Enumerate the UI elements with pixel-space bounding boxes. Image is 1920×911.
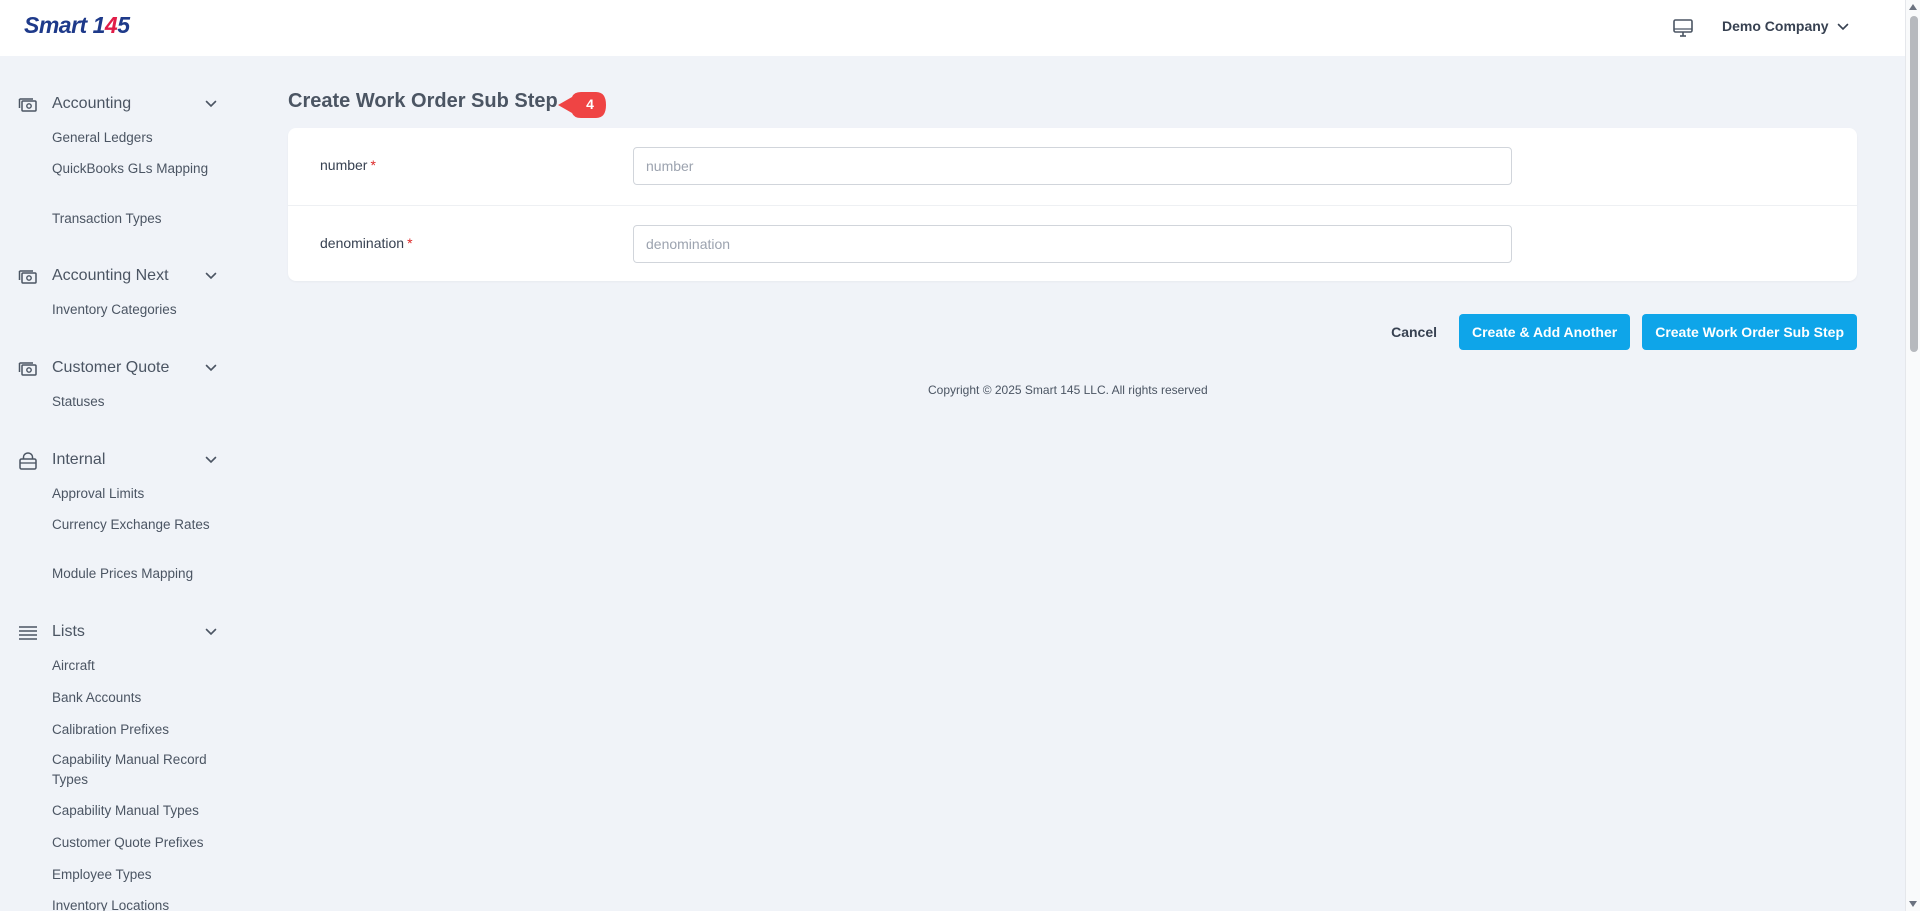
scroll-down-arrow-icon[interactable] <box>1909 901 1917 907</box>
sidebar-group-accounting[interactable]: Accounting <box>0 91 240 119</box>
money-icon <box>18 98 37 112</box>
scroll-thumb[interactable] <box>1910 16 1918 352</box>
logo-digit-5: 5 <box>117 12 130 38</box>
scroll-up-arrow-icon[interactable] <box>1909 4 1917 10</box>
chevron-down-icon <box>205 100 217 108</box>
step-badge-number: 4 <box>586 96 594 112</box>
form-row-number: number * <box>288 128 1857 204</box>
chevron-down-icon <box>205 272 217 280</box>
sidebar-item-statuses[interactable]: Statuses <box>52 392 222 412</box>
chevron-down-icon <box>205 364 217 372</box>
sidebar-group-label: Lists <box>52 623 85 640</box>
logo-digit-4: 4 <box>104 12 118 38</box>
top-bar: Smart 145 Demo Company <box>0 0 1905 56</box>
form-row-denomination: denomination * <box>288 205 1857 281</box>
sidebar-item-approval-limits[interactable]: Approval Limits <box>52 484 222 504</box>
list-icon <box>19 626 37 640</box>
number-label-text: number <box>320 157 368 173</box>
sidebar-group-internal[interactable]: Internal <box>0 447 240 475</box>
denomination-input[interactable] <box>633 225 1512 263</box>
sidebar-item-calibration-prefixes[interactable]: Calibration Prefixes <box>52 720 222 740</box>
sidebar-group-lists[interactable]: Lists <box>0 619 240 647</box>
money-icon <box>18 362 37 376</box>
denomination-label: denomination * <box>320 235 413 251</box>
sidebar-group-accounting-next[interactable]: Accounting Next <box>0 263 240 291</box>
number-label: number * <box>320 157 376 173</box>
lock-icon <box>19 452 37 470</box>
sidebar-group-customer-quote[interactable]: Customer Quote <box>0 355 240 383</box>
sidebar: Accounting General Ledgers QuickBooks GL… <box>0 56 240 911</box>
company-switcher[interactable]: Demo Company <box>1722 18 1849 34</box>
chevron-down-icon <box>205 628 217 636</box>
logo[interactable]: Smart 145 <box>24 12 130 39</box>
create-work-order-sub-step-button[interactable]: Create Work Order Sub Step <box>1642 314 1857 350</box>
chevron-down-icon <box>1837 23 1848 31</box>
sidebar-item-module-prices-mapping[interactable]: Module Prices Mapping <box>52 564 222 584</box>
create-add-another-button[interactable]: Create & Add Another <box>1459 314 1631 350</box>
page-scrollbar[interactable] <box>1905 0 1920 911</box>
sidebar-item-capability-manual-types[interactable]: Capability Manual Types <box>52 801 222 821</box>
sidebar-item-inventory-categories[interactable]: Inventory Categories <box>52 300 222 320</box>
copyright: Copyright © 2025 Smart 145 LLC. All righ… <box>928 383 1208 397</box>
sidebar-item-general-ledgers[interactable]: General Ledgers <box>52 128 222 148</box>
sidebar-group-label: Accounting Next <box>52 267 169 284</box>
sidebar-group-label: Internal <box>52 451 106 468</box>
sidebar-item-customer-quote-prefixes[interactable]: Customer Quote Prefixes <box>52 833 222 853</box>
chevron-down-icon <box>205 456 217 464</box>
money-icon <box>18 270 37 284</box>
logo-number: 145 <box>93 12 130 38</box>
sidebar-group-label: Customer Quote <box>52 359 170 376</box>
sidebar-item-capability-manual-record-types[interactable]: Capability Manual Record Types <box>52 750 222 790</box>
sidebar-item-quickbooks-gls-mapping[interactable]: QuickBooks GLs Mapping <box>52 159 222 179</box>
sidebar-group-label: Accounting <box>52 95 132 112</box>
company-name: Demo Company <box>1722 18 1829 34</box>
required-mark: * <box>407 235 413 251</box>
required-mark: * <box>370 157 376 173</box>
cancel-button[interactable]: Cancel <box>1381 314 1447 350</box>
number-input[interactable] <box>633 147 1512 185</box>
sidebar-item-transaction-types[interactable]: Transaction Types <box>52 209 222 229</box>
sidebar-item-inventory-locations[interactable]: Inventory Locations <box>52 896 222 911</box>
sidebar-item-currency-exchange-rates[interactable]: Currency Exchange Rates <box>52 515 222 535</box>
sidebar-item-aircraft[interactable]: Aircraft <box>52 656 222 676</box>
step-badge: 4 <box>556 88 608 122</box>
denomination-label-text: denomination <box>320 235 405 251</box>
form-actions: Cancel Create & Add Another Create Work … <box>1381 314 1857 350</box>
monitor-icon[interactable] <box>1672 17 1694 39</box>
logo-digit-1: 1 <box>92 12 106 38</box>
form-card: number* denomination* <box>288 128 1857 281</box>
logo-text: Smart <box>24 12 93 38</box>
page-title: Create Work Order Sub Step <box>288 90 558 112</box>
sidebar-item-employee-types[interactable]: Employee Types <box>52 865 222 885</box>
sidebar-item-bank-accounts[interactable]: Bank Accounts <box>52 688 222 708</box>
